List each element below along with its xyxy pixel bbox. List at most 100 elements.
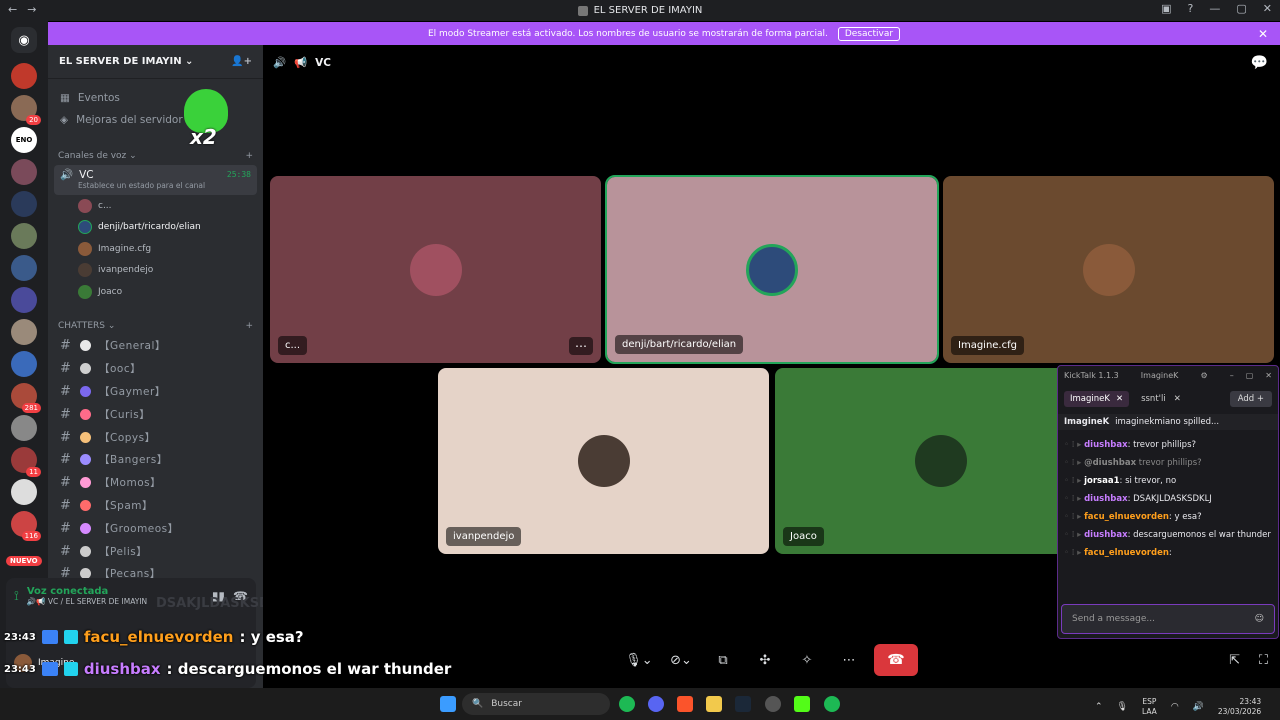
voice-category[interactable]: Canales de voz ⌄ + — [48, 147, 263, 165]
message-input[interactable]: Send a message... ☺ — [1061, 604, 1275, 634]
voice-member[interactable]: ivanpendejo — [48, 260, 263, 282]
text-channel[interactable]: # 【Copys】 — [48, 426, 263, 449]
text-channel[interactable]: # 【General】 — [48, 335, 263, 358]
chat-message[interactable]: ◦ ⁞ ▸ diushbax: DSAKJLDASKSDKLJ — [1058, 490, 1278, 508]
chat-username[interactable]: diushbax — [1084, 494, 1127, 504]
server-icon[interactable]: 11 — [11, 447, 41, 477]
text-channel[interactable]: # 【Curis】 — [48, 403, 263, 426]
screen-share-button[interactable]: ⧉ — [706, 644, 740, 676]
chat-message[interactable]: ◦ ⁞ ▸ facu_elnuevorden: y esa? — [1058, 508, 1278, 526]
server-icon[interactable] — [11, 255, 37, 281]
server-icon[interactable] — [11, 159, 37, 185]
message-actions-icon[interactable]: ◦ ⁞ ▸ — [1064, 440, 1084, 450]
popout-icon[interactable]: ⇱ — [1229, 653, 1240, 668]
server-icon[interactable]: ENO — [11, 127, 37, 153]
chat-message[interactable]: ◦ ⁞ ▸ @diushbax trevor phillips? — [1058, 454, 1278, 472]
add-tab-button[interactable]: Add + — [1229, 391, 1272, 407]
kick-icon[interactable] — [794, 696, 810, 712]
minimize-button[interactable]: — — [1209, 2, 1220, 15]
text-channel[interactable]: # 【Gaymer】 — [48, 380, 263, 403]
wifi-icon[interactable]: ◠ — [1171, 702, 1179, 712]
add-channel-icon[interactable]: + — [245, 321, 253, 331]
server-icon[interactable] — [11, 191, 37, 217]
spotify-icon[interactable] — [619, 696, 635, 712]
server-icon[interactable] — [11, 479, 37, 505]
activities-button[interactable]: ✣ — [748, 644, 782, 676]
language-indicator[interactable]: ESP LAA — [1142, 697, 1157, 717]
close-icon[interactable]: ✕ — [1258, 27, 1268, 41]
server-icon[interactable] — [11, 415, 37, 441]
inbox-icon[interactable]: ▣ — [1161, 2, 1171, 15]
voice-channel-vc[interactable]: 🔊 VC 25:38 Establece un estado para el can… — [54, 165, 257, 195]
events-item[interactable]: ▦ Eventos — [48, 87, 263, 109]
chat-username[interactable]: jorsaa1 — [1084, 476, 1119, 486]
voice-location[interactable]: 🔊📢 VC / EL SERVER DE IMAYIN — [27, 597, 147, 606]
server-icon[interactable] — [11, 319, 37, 345]
settings-icon[interactable]: ⚙ — [1200, 371, 1207, 380]
chat-username[interactable]: @diushbax — [1084, 458, 1136, 468]
brave-icon[interactable] — [677, 696, 693, 712]
chat-message[interactable]: ◦ ⁞ ▸ diushbax: descarguemonos el war th… — [1058, 526, 1278, 544]
video-tile[interactable]: c... ⋯ — [270, 176, 601, 363]
video-tile[interactable]: ivanpendejo — [438, 368, 769, 554]
server-icon[interactable] — [11, 351, 37, 377]
message-actions-icon[interactable]: ◦ ⁞ ▸ — [1064, 530, 1084, 540]
discord-home-icon[interactable]: ◉ — [11, 27, 37, 53]
disconnect-button[interactable]: ☎ — [874, 644, 918, 676]
server-icon[interactable] — [11, 223, 37, 249]
discord-icon[interactable] — [648, 696, 664, 712]
chevron-up-icon[interactable]: ⌃ — [1095, 702, 1103, 712]
soundboard-button[interactable]: ✧ — [790, 644, 824, 676]
tab-imaginek[interactable]: ImagineK ✕ — [1064, 391, 1130, 407]
maximize-button[interactable]: ▢ — [1246, 371, 1254, 380]
chat-message[interactable]: ◦ ⁞ ▸ diushbax: trevor phillips? — [1058, 436, 1278, 454]
video-tile[interactable]: Imagine.cfg — [943, 176, 1274, 363]
chat-bubble-icon[interactable]: 💬 — [1251, 55, 1268, 71]
taskbar-search[interactable]: 🔍 Buscar — [462, 693, 610, 715]
forward-arrow-icon[interactable]: → — [27, 3, 36, 16]
chat-username[interactable]: facu_elnuevorden — [1084, 512, 1169, 522]
boosts-item[interactable]: ◈ Mejoras del servidor — [48, 109, 263, 131]
video-tile-speaking[interactable]: denji/bart/ricardo/elian — [605, 175, 939, 364]
chat-message[interactable]: ◦ ⁞ ▸ jorsaa1: si trevor, no — [1058, 472, 1278, 490]
pinned-message[interactable]: ImagineK imaginekmiano spilled... — [1058, 414, 1278, 430]
maximize-button[interactable]: ▢ — [1236, 2, 1246, 15]
tab-ssntli[interactable]: ssnt'li ✕ — [1135, 391, 1187, 407]
server-icon[interactable] — [11, 287, 37, 313]
server-header[interactable]: EL SERVER DE IMAYIN ⌄ 👤+ — [48, 45, 263, 79]
message-actions-icon[interactable]: ◦ ⁞ ▸ — [1064, 548, 1084, 558]
server-icon[interactable]: 116 — [11, 511, 41, 541]
voice-member[interactable]: c... — [48, 195, 263, 217]
voice-member[interactable]: Imagine.cfg — [48, 238, 263, 260]
signal-icon[interactable]: ⟟ — [14, 589, 19, 604]
app-icon[interactable] — [824, 696, 840, 712]
text-channel[interactable]: # 【Momos】 — [48, 471, 263, 494]
add-channel-icon[interactable]: + — [245, 151, 253, 161]
voice-member[interactable]: Joaco — [48, 281, 263, 303]
help-icon[interactable]: ? — [1188, 2, 1194, 15]
message-actions-icon[interactable]: ◦ ⁞ ▸ — [1064, 458, 1084, 468]
windows-start-icon[interactable] — [440, 696, 456, 712]
volume-icon[interactable]: 🔊 — [1193, 702, 1204, 712]
text-channel[interactable]: # 【Pelis】 — [48, 540, 263, 563]
channel-status[interactable]: Establece un estado para el canal — [78, 181, 251, 190]
close-tab-icon[interactable]: ✕ — [1174, 394, 1181, 404]
chat-message[interactable]: ◦ ⁞ ▸ facu_elnuevorden: — [1058, 544, 1278, 562]
deactivate-button[interactable]: Desactivar — [837, 26, 901, 41]
more-options-icon[interactable]: ⋯ — [569, 337, 593, 355]
kicktalk-user[interactable]: ImagineK — [1141, 371, 1179, 380]
emote-icon[interactable]: ☺ — [1255, 614, 1264, 624]
microphone-button[interactable]: 🎙⌄ — [622, 644, 656, 676]
chatters-category[interactable]: CHATTERS ⌄ + — [48, 317, 263, 335]
close-button[interactable]: ✕ — [1265, 371, 1272, 380]
invite-icon[interactable]: 👤+ — [231, 56, 252, 67]
close-window-button[interactable]: ✕ — [1263, 2, 1272, 15]
text-channel[interactable]: # 【Spam】 — [48, 494, 263, 517]
text-channel[interactable]: # 【ooc】 — [48, 357, 263, 380]
text-channel[interactable]: # 【Bangers】 — [48, 448, 263, 471]
back-arrow-icon[interactable]: ← — [8, 3, 17, 16]
mic-icon[interactable]: 🎙 — [1117, 702, 1128, 712]
folder-icon[interactable] — [706, 696, 722, 712]
chat-username[interactable]: diushbax — [1084, 440, 1127, 450]
server-icon[interactable] — [11, 63, 37, 89]
